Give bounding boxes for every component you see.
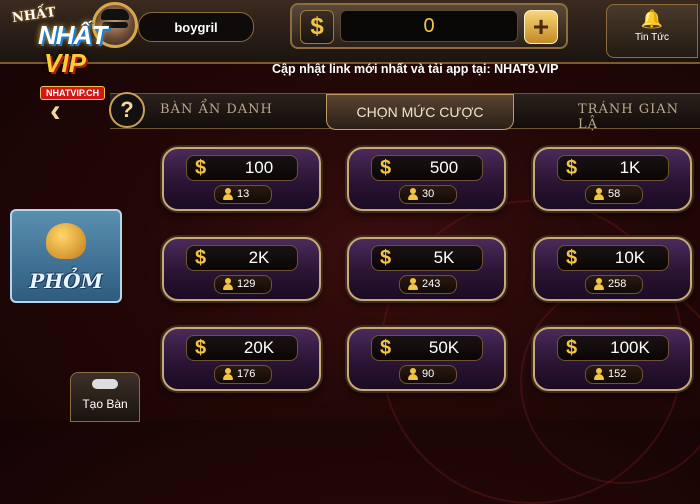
person-icon bbox=[593, 368, 605, 380]
dollar-icon: $ bbox=[566, 157, 578, 179]
person-icon bbox=[222, 368, 234, 380]
player-count-box: 243 bbox=[399, 275, 457, 294]
bet-card[interactable]: $50K 90 bbox=[347, 327, 506, 391]
bet-amount-box: $1K bbox=[557, 155, 669, 181]
logo-text-vip: VIP bbox=[44, 48, 86, 78]
person-icon bbox=[593, 188, 605, 200]
bet-amount-box: $2K bbox=[186, 245, 298, 271]
dollar-icon: $ bbox=[566, 247, 578, 269]
player-count: 129 bbox=[237, 278, 256, 290]
bet-amount-box: $5K bbox=[371, 245, 483, 271]
player-count: 152 bbox=[608, 368, 627, 380]
bet-amount-box: $100K bbox=[557, 335, 669, 361]
player-count-box: 58 bbox=[585, 185, 643, 204]
bet-amount-box: $50K bbox=[371, 335, 483, 361]
bet-card[interactable]: $2K 129 bbox=[162, 237, 321, 301]
person-icon bbox=[407, 278, 419, 290]
player-count-box: 258 bbox=[585, 275, 643, 294]
dollar-icon: $ bbox=[566, 337, 578, 359]
dollar-icon: $ bbox=[380, 157, 392, 179]
bet-amount: 10K bbox=[614, 248, 646, 267]
bet-amount: 5K bbox=[433, 248, 455, 267]
bet-amount: 100K bbox=[610, 338, 650, 357]
bet-card[interactable]: $100 13 bbox=[162, 147, 321, 211]
player-count: 13 bbox=[237, 188, 250, 200]
player-count: 176 bbox=[237, 368, 256, 380]
news-label: Tin Tức bbox=[635, 32, 669, 43]
coin-pile-icon bbox=[46, 223, 86, 259]
dollar-icon: $ bbox=[195, 337, 207, 359]
player-count-box: 90 bbox=[399, 365, 457, 384]
player-count-box: 30 bbox=[399, 185, 457, 204]
create-table-button[interactable]: Tạo Bàn bbox=[70, 372, 140, 422]
person-icon bbox=[222, 188, 234, 200]
create-table-label: Tạo Bàn bbox=[82, 397, 128, 411]
player-count-box: 176 bbox=[214, 365, 272, 384]
dollar-icon: $ bbox=[380, 337, 392, 359]
bet-amount-box: $20K bbox=[186, 335, 298, 361]
bet-card[interactable]: $100K 152 bbox=[533, 327, 692, 391]
player-count-box: 152 bbox=[585, 365, 643, 384]
person-icon bbox=[222, 278, 234, 290]
person-icon bbox=[407, 188, 419, 200]
person-icon bbox=[593, 278, 605, 290]
logo-url: NHATVIP.CH bbox=[40, 86, 106, 100]
news-button[interactable]: 🔔 Tin Tức bbox=[606, 4, 698, 58]
add-funds-button[interactable]: + bbox=[524, 10, 558, 44]
bet-amount: 500 bbox=[429, 158, 459, 177]
person-icon bbox=[407, 368, 419, 380]
bet-amount-box: $500 bbox=[371, 155, 483, 181]
bet-card[interactable]: $1K 58 bbox=[533, 147, 692, 211]
bet-card[interactable]: $20K 176 bbox=[162, 327, 321, 391]
tab-anti-cheat[interactable]: TRÁNH GIAN LẬ bbox=[578, 102, 700, 132]
help-button[interactable]: ? bbox=[109, 92, 145, 128]
tab-anonymous-table[interactable]: BÀN ẨN DANH bbox=[160, 102, 273, 117]
bet-card[interactable]: $10K 258 bbox=[533, 237, 692, 301]
player-count-box: 129 bbox=[214, 275, 272, 294]
bell-icon: 🔔 bbox=[640, 9, 664, 29]
player-count: 243 bbox=[422, 278, 441, 290]
bet-card[interactable]: $500 30 bbox=[347, 147, 506, 211]
player-count: 258 bbox=[608, 278, 627, 290]
dollar-icon: $ bbox=[195, 157, 207, 179]
tab-bar: BÀN ẨN DANH CHỌN MỨC CƯỢC TRÁNH GIAN LẬ bbox=[110, 93, 700, 132]
table-icon bbox=[92, 379, 118, 389]
tab-choose-bet[interactable]: CHỌN MỨC CƯỢC bbox=[326, 94, 514, 130]
bet-card[interactable]: $5K 243 bbox=[347, 237, 506, 301]
player-count: 90 bbox=[422, 368, 435, 380]
player-count-box: 13 bbox=[214, 185, 272, 204]
bet-amount: 2K bbox=[248, 248, 270, 267]
balance-panel: $ 0 + bbox=[290, 3, 568, 49]
brand-logo: NHẤT NHẤT VIP NHATVIP.CH bbox=[4, 5, 108, 100]
bet-amount: 100 bbox=[244, 158, 274, 177]
bet-amount-box: $10K bbox=[557, 245, 669, 271]
dollar-icon: $ bbox=[300, 10, 334, 44]
dollar-icon: $ bbox=[195, 247, 207, 269]
game-name: PHỎM bbox=[29, 269, 103, 293]
player-count: 58 bbox=[608, 188, 621, 200]
notice-text: Cập nhật link mới nhất và tải app tại: N… bbox=[272, 62, 559, 76]
player-count: 30 bbox=[422, 188, 435, 200]
bet-amount-box: $100 bbox=[186, 155, 298, 181]
logo-text-main: NHẤT bbox=[38, 20, 107, 50]
bet-amount: 50K bbox=[428, 338, 460, 357]
username-display: boygril bbox=[138, 12, 254, 42]
balance-value: 0 bbox=[340, 10, 518, 42]
dollar-icon: $ bbox=[380, 247, 392, 269]
game-tile-phom[interactable]: PHỎM bbox=[10, 209, 122, 303]
bet-amount: 20K bbox=[243, 338, 275, 357]
bet-amount: 1K bbox=[619, 158, 641, 177]
